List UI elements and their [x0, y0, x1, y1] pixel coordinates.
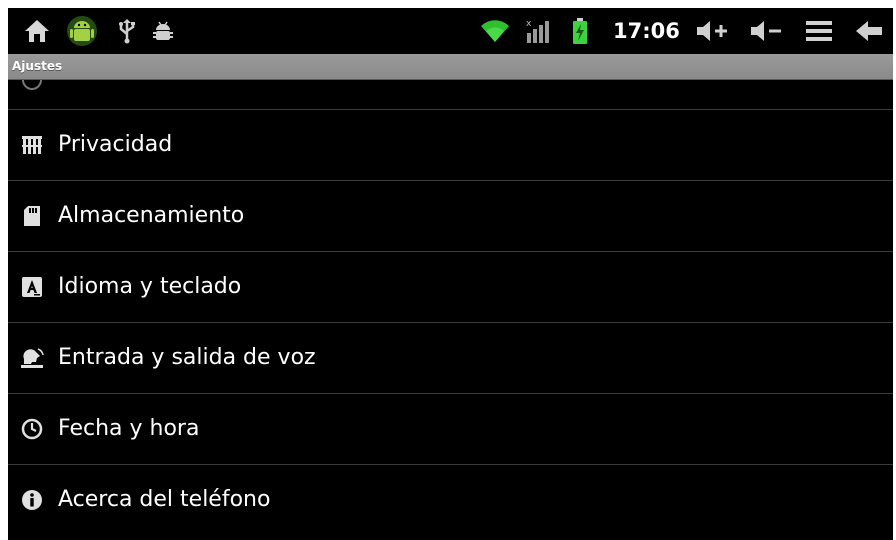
back-icon[interactable]	[852, 16, 886, 46]
device-screen: x 17:06 Ajustes Privacidad Almacenamient…	[8, 8, 893, 540]
voice-icon	[20, 346, 44, 370]
settings-item-label: Acerca del teléfono	[58, 487, 271, 512]
battery-charging-icon	[565, 16, 595, 46]
settings-item-date-time[interactable]: Fecha y hora	[8, 394, 893, 465]
settings-item-label: Fecha y hora	[58, 416, 200, 441]
list-item-partial[interactable]	[8, 80, 893, 110]
android-icon	[64, 13, 100, 49]
settings-item-storage[interactable]: Almacenamiento	[8, 181, 893, 252]
home-icon[interactable]	[22, 16, 52, 46]
svg-text:x: x	[526, 19, 532, 29]
clock-icon	[20, 417, 44, 441]
menu-icon[interactable]	[802, 16, 836, 46]
usb-icon	[112, 16, 142, 46]
settings-item-voice[interactable]: Entrada y salida de voz	[8, 323, 893, 394]
sd-card-icon	[20, 204, 44, 228]
partial-item-icon	[22, 80, 42, 90]
settings-item-label: Almacenamiento	[58, 203, 245, 228]
status-clock: 17:06	[613, 19, 680, 43]
wifi-icon	[478, 16, 512, 46]
settings-item-label: Privacidad	[58, 132, 173, 157]
settings-list[interactable]: Privacidad Almacenamiento Idioma y tecla…	[8, 80, 893, 540]
settings-item-language[interactable]: Idioma y teclado	[8, 252, 893, 323]
signal-icon: x	[522, 16, 556, 46]
title-bar: Ajustes	[8, 54, 893, 80]
info-icon	[20, 488, 44, 512]
settings-item-label: Entrada y salida de voz	[58, 345, 316, 370]
debug-bug-icon	[148, 16, 178, 46]
volume-up-icon[interactable]	[694, 16, 730, 46]
status-bar: x 17:06	[8, 8, 893, 54]
settings-item-about[interactable]: Acerca del teléfono	[8, 465, 893, 536]
volume-down-icon[interactable]	[748, 16, 784, 46]
language-icon	[20, 275, 44, 299]
settings-item-label: Idioma y teclado	[58, 274, 242, 299]
page-title: Ajustes	[12, 59, 63, 73]
privacy-icon	[20, 133, 44, 157]
settings-item-privacy[interactable]: Privacidad	[8, 110, 893, 181]
